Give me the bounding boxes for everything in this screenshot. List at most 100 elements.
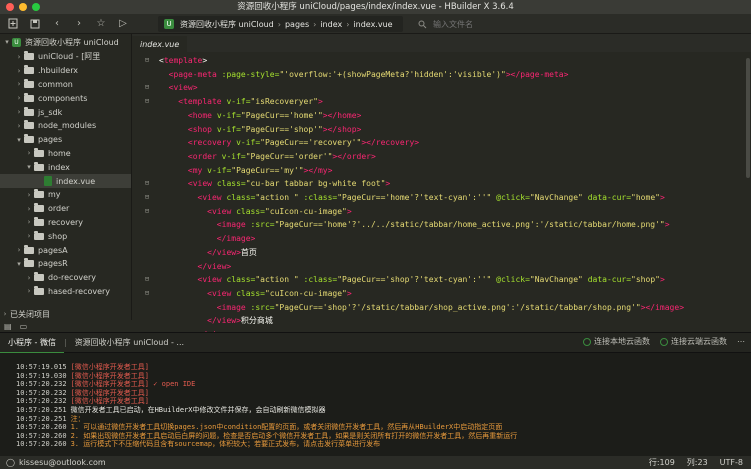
chevron-right-icon[interactable]: › <box>14 246 24 254</box>
console-tab-wechat[interactable]: 小程序 - 微信 <box>0 333 64 353</box>
code-line[interactable]: </image> <box>132 232 751 246</box>
chevron-down-icon[interactable]: ▾ <box>2 38 12 46</box>
code-line[interactable]: <order v-if="PageCur=='order'"></order> <box>132 150 751 164</box>
chevron-right-icon[interactable]: › <box>14 53 24 61</box>
code-line[interactable]: <image :src="PageCur=='shop'?'/static/ta… <box>132 301 751 315</box>
chevron-right-icon[interactable]: › <box>24 149 34 157</box>
local-cloud-option[interactable]: 连接本地云函数 <box>583 336 650 347</box>
chevron-right-icon[interactable]: › <box>14 94 24 102</box>
more-icon[interactable]: ⋯ <box>737 337 745 346</box>
folder-item[interactable]: › common <box>0 78 131 92</box>
code-token: "home" <box>631 193 660 202</box>
fold-icon[interactable]: ⊟ <box>142 177 152 191</box>
folder-item[interactable]: › js_sdk <box>0 105 131 119</box>
code-line[interactable]: ⊟ <template> <box>132 54 751 68</box>
code-line[interactable]: <page-meta :page-style="'overflow:'+(sho… <box>132 68 751 82</box>
closed-projects[interactable]: › 已关闭项目 <box>0 308 132 320</box>
tab-index-vue[interactable]: index.vue <box>132 36 188 52</box>
chevron-right-icon[interactable]: › <box>14 108 24 116</box>
chevron-down-icon[interactable]: ▾ <box>24 163 34 171</box>
console-log[interactable]: 10:57:19.015 [微信小程序开发者工具] 10:57:19.030 [微信小… <box>0 353 751 449</box>
back-icon[interactable]: ‹ <box>46 14 68 34</box>
remote-cloud-option[interactable]: 连接云端云函数 <box>660 336 727 347</box>
log-message: [微信小程序开发者工具] <box>70 388 150 397</box>
new-file-icon[interactable] <box>2 14 24 34</box>
star-icon[interactable]: ☆ <box>90 14 112 34</box>
folder-item[interactable]: › pagesA <box>0 243 131 257</box>
save-icon[interactable] <box>24 14 46 34</box>
folder-item[interactable]: ▾ index <box>0 160 131 174</box>
chevron-down-icon[interactable]: ▾ <box>14 136 24 144</box>
chevron-right-icon[interactable]: › <box>24 274 34 282</box>
code-token: <home <box>187 110 212 120</box>
code-line[interactable]: <home v-if="PageCur=='home'"></home> <box>132 109 751 123</box>
editor-scrollbar[interactable] <box>745 52 751 322</box>
code-line[interactable]: ⊟ <view class="cuIcon-cu-image"> <box>132 205 751 219</box>
folder-item[interactable]: › order <box>0 202 131 216</box>
code-token: "cuIcon-cu-image" <box>264 206 347 216</box>
chevron-right-icon[interactable]: › <box>14 67 24 75</box>
code-line[interactable]: ⊟ <view> <box>132 81 751 95</box>
folder-item[interactable]: › do-recovery <box>0 271 131 285</box>
chevron-right-icon[interactable]: › <box>24 232 34 240</box>
folder-item[interactable]: ▾ pagesR <box>0 257 131 271</box>
breadcrumb-file[interactable]: index.vue <box>349 20 396 29</box>
console-tab-project[interactable]: 资源回收小程序 uniCloud - ... <box>67 337 192 348</box>
chevron-right-icon[interactable]: › <box>14 122 24 130</box>
chevron-right-icon[interactable]: › <box>24 205 34 213</box>
code-line[interactable]: ⊟ <view class="cuIcon-cu-image"> <box>132 287 751 301</box>
chevron-right-icon[interactable]: › <box>24 218 34 226</box>
code-line[interactable]: <image :src="PageCur=='home'?'../../stat… <box>132 218 751 232</box>
folder-icon[interactable]: ▭ <box>20 322 28 331</box>
folder-item[interactable]: › uniCloud - [阿里 <box>0 50 131 64</box>
code-token: class= <box>212 179 246 189</box>
folder-item[interactable]: › .hbuilderx <box>0 64 131 78</box>
fold-icon[interactable]: ⊟ <box>142 205 152 219</box>
fold-icon[interactable]: ⊟ <box>142 95 152 109</box>
folder-item[interactable]: › my <box>0 188 131 202</box>
chevron-right-icon[interactable]: › <box>14 80 24 88</box>
folder-item[interactable]: › recovery <box>0 216 131 230</box>
code-line[interactable]: <shop v-if="PageCur=='shop'"></shop> <box>132 123 751 137</box>
breadcrumb-project[interactable]: 资源回收小程序 uniCloud <box>176 19 278 30</box>
folder-item[interactable]: ▾ pages <box>0 133 131 147</box>
code-line[interactable]: ⊟ <template v-if="isRecoveryer"> <box>132 95 751 109</box>
code-text: <view class="cu-bar tabbar bg-white foot… <box>159 177 390 191</box>
fold-icon[interactable]: ⊟ <box>142 287 152 301</box>
log-line: 10:57:20.251 注： <box>0 415 751 424</box>
project-root[interactable]: ▾ U 资源回收小程序 uniCloud <box>0 34 131 50</box>
user-account[interactable]: kissesu@outlook.com <box>19 458 106 467</box>
folder-item[interactable]: › components <box>0 91 131 105</box>
run-icon[interactable]: ▷ <box>112 14 134 34</box>
code-line[interactable]: ⊟ <view class="cu-bar tabbar bg-white fo… <box>132 177 751 191</box>
scrollbar-thumb[interactable] <box>746 58 750 178</box>
status-right: 行:109 列:23 UTF-8 <box>649 456 743 469</box>
chevron-right-icon[interactable]: › <box>24 287 34 295</box>
code-line[interactable]: </view>积分商城 <box>132 314 751 328</box>
encoding[interactable]: UTF-8 <box>720 458 743 467</box>
code-line[interactable]: </view>首页 <box>132 246 751 260</box>
breadcrumb-index[interactable]: index <box>316 20 346 29</box>
code-line[interactable]: <my v-if="PageCur=='my'"></my> <box>132 164 751 178</box>
folder-item[interactable]: › home <box>0 147 131 161</box>
chevron-down-icon[interactable]: ▾ <box>14 260 24 268</box>
folder-item[interactable]: › node_modules <box>0 119 131 133</box>
fold-icon[interactable]: ⊟ <box>142 54 152 68</box>
fold-icon[interactable]: ⊟ <box>142 81 152 95</box>
forward-icon[interactable]: › <box>68 14 90 34</box>
code-area[interactable]: ⊟ <template> <page-meta :page-style="'ove… <box>132 52 751 332</box>
file-search-input[interactable] <box>433 19 603 29</box>
chevron-right-icon[interactable]: › <box>24 191 34 199</box>
code-line[interactable]: <recovery v-if="PageCur=='recovery'"></r… <box>132 136 751 150</box>
fold-icon[interactable]: ⊟ <box>142 191 152 205</box>
code-line[interactable]: </view> <box>132 260 751 274</box>
folder-item[interactable]: › shop <box>0 229 131 243</box>
fold-icon[interactable]: ⊟ <box>142 273 152 287</box>
code-line[interactable]: ⊟ <view class="action " :class="PageCur=… <box>132 273 751 287</box>
file-item[interactable]: index.vue <box>0 174 131 188</box>
code-line[interactable]: ⊟ <view class="action " :class="PageCur=… <box>132 191 751 205</box>
folder-item[interactable]: › hased-recovery <box>0 285 131 299</box>
files-icon[interactable]: ▤ <box>4 322 12 331</box>
breadcrumb-pages[interactable]: pages <box>281 20 313 29</box>
